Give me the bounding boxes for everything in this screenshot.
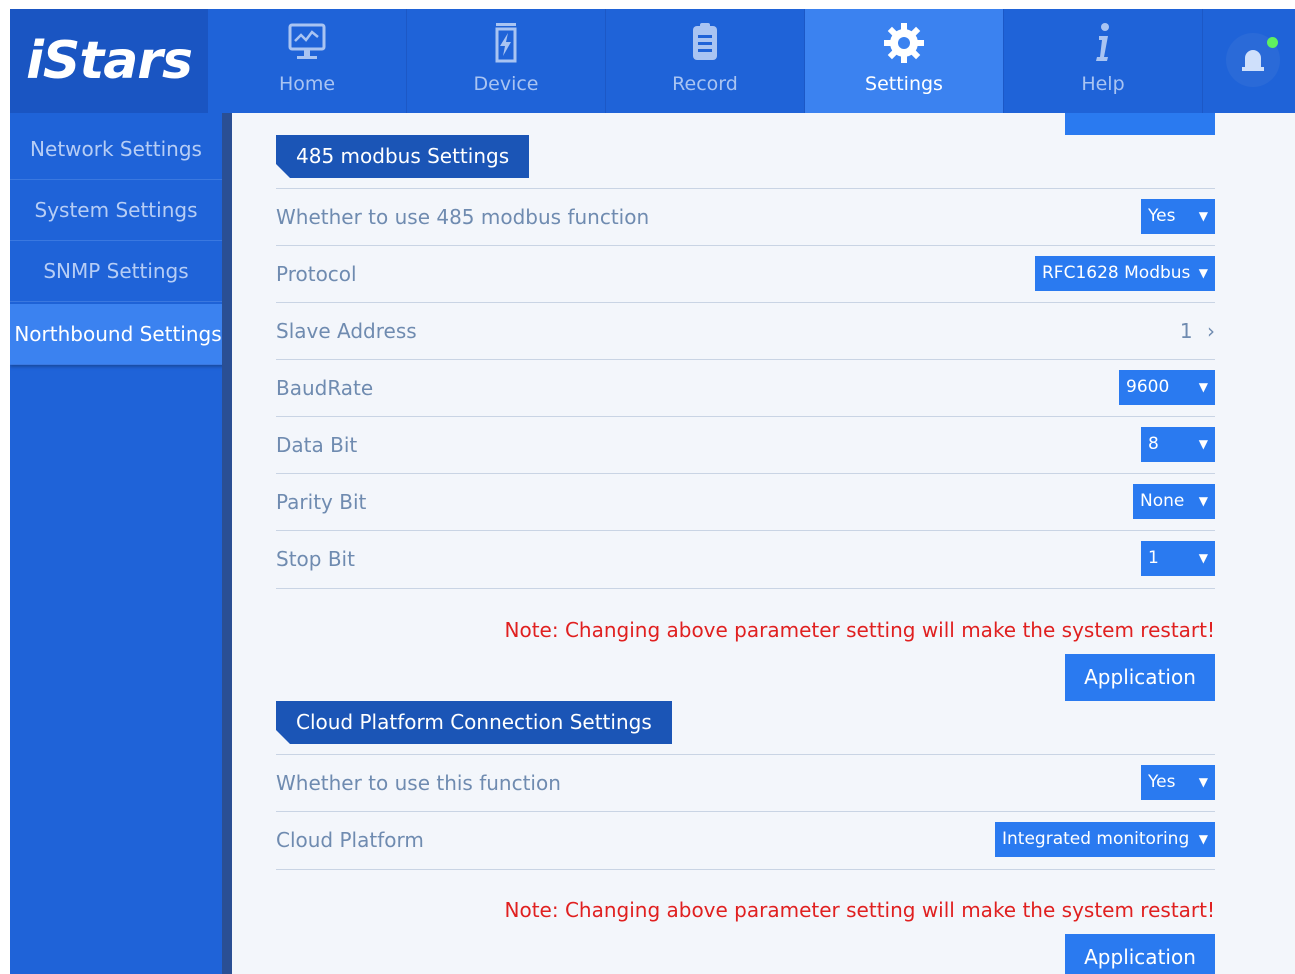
modbus-application-button[interactable]: Application — [1065, 654, 1215, 701]
slave-address-value: 1 — [1179, 319, 1193, 343]
nav-record-label: Record — [672, 73, 738, 95]
sidebar-item-network-settings[interactable]: Network Settings — [10, 119, 222, 180]
application-button-partial[interactable] — [1065, 113, 1215, 135]
setting-row-data-bit: Data Bit 8 ▼ — [276, 416, 1215, 474]
cloud-application-button[interactable]: Application — [1065, 934, 1215, 974]
chevron-down-icon: ▼ — [1198, 494, 1208, 508]
data-bit-value: 8 — [1148, 434, 1159, 454]
stop-bit-select[interactable]: 1 ▼ — [1141, 541, 1215, 576]
chevron-down-icon: ▼ — [1198, 775, 1208, 789]
modbus-use-value: Yes — [1148, 206, 1176, 226]
parity-bit-label: Parity Bit — [276, 490, 367, 514]
baudrate-select[interactable]: 9600 ▼ — [1119, 370, 1215, 405]
baudrate-label: BaudRate — [276, 376, 374, 400]
parity-bit-value: None — [1140, 491, 1185, 511]
nav-device[interactable]: Device — [407, 9, 606, 113]
protocol-value: RFC1628 Modbus — [1042, 263, 1191, 283]
chevron-right-icon: › — [1207, 319, 1215, 343]
northbound-settings-panel: 485 modbus Settings Whether to use 485 m… — [232, 113, 1295, 974]
setting-row-stop-bit: Stop Bit 1 ▼ — [276, 530, 1215, 589]
slave-address-value-button[interactable]: 1 › — [1180, 303, 1215, 360]
cloud-use-value: Yes — [1148, 772, 1176, 792]
nav-help[interactable]: Help — [1004, 9, 1203, 113]
nav-device-label: Device — [473, 73, 539, 95]
chevron-down-icon: ▼ — [1198, 380, 1208, 394]
nav-home[interactable]: Home — [208, 9, 407, 113]
slave-address-label: Slave Address — [276, 319, 417, 343]
sidebar-item-northbound-settings[interactable]: Northbound Settings — [10, 304, 226, 365]
istars-logo: iStars — [10, 9, 208, 113]
chevron-down-icon: ▼ — [1198, 437, 1208, 451]
nav-help-label: Help — [1081, 73, 1125, 95]
protocol-label: Protocol — [276, 262, 357, 286]
data-bit-select[interactable]: 8 ▼ — [1141, 427, 1215, 462]
cloud-platform-select[interactable]: Integrated monitoring ▼ — [995, 822, 1215, 857]
info-icon — [1096, 23, 1109, 61]
nav-home-label: Home — [278, 73, 336, 95]
chevron-down-icon: ▼ — [1198, 832, 1208, 846]
clipboard-list-icon — [693, 23, 717, 60]
setting-row-modbus-use: Whether to use 485 modbus function Yes ▼ — [276, 188, 1215, 246]
alarm-bell-icon — [1242, 50, 1264, 71]
baudrate-value: 9600 — [1126, 377, 1170, 397]
parity-bit-select[interactable]: None ▼ — [1133, 484, 1215, 519]
chevron-down-icon: ▼ — [1198, 209, 1208, 223]
modbus-use-select[interactable]: Yes ▼ — [1141, 199, 1215, 234]
protocol-select[interactable]: RFC1628 Modbus ▼ — [1035, 256, 1215, 291]
settings-sidebar: Network Settings System Settings SNMP Se… — [10, 113, 226, 974]
setting-row-baudrate: BaudRate 9600 ▼ — [276, 359, 1215, 417]
modbus-use-label: Whether to use 485 modbus function — [276, 205, 650, 229]
stop-bit-value: 1 — [1148, 548, 1159, 568]
gear-icon — [884, 23, 924, 63]
chevron-down-icon: ▼ — [1198, 266, 1208, 280]
battery-bolt-icon — [495, 23, 517, 63]
cloud-platform-value: Integrated monitoring — [1002, 829, 1190, 849]
top-navigation-bar: iStars Home Device Record Settings Help — [10, 9, 1295, 115]
setting-row-parity-bit: Parity Bit None ▼ — [276, 473, 1215, 531]
monitor-chart-icon — [288, 23, 326, 59]
sidebar-item-system-settings[interactable]: System Settings — [10, 180, 222, 241]
data-bit-label: Data Bit — [276, 433, 358, 457]
sidebar-divider — [222, 113, 232, 974]
app-window: iStars Home Device Record Settings Help … — [10, 9, 1295, 974]
setting-row-slave-address: Slave Address 1 › — [276, 302, 1215, 360]
nav-settings-label: Settings — [865, 73, 943, 95]
sidebar-item-snmp-settings[interactable]: SNMP Settings — [10, 241, 222, 302]
nav-settings[interactable]: Settings — [805, 9, 1004, 115]
setting-row-protocol: Protocol RFC1628 Modbus ▼ — [276, 245, 1215, 303]
cloud-use-label: Whether to use this function — [276, 771, 561, 795]
setting-row-cloud-platform: Cloud Platform Integrated monitoring ▼ — [276, 811, 1215, 870]
cloud-section-title: Cloud Platform Connection Settings — [276, 701, 672, 744]
alarm-button[interactable] — [1226, 33, 1280, 87]
cloud-use-select[interactable]: Yes ▼ — [1141, 765, 1215, 800]
alarm-status-indicator — [1267, 37, 1278, 48]
cloud-restart-note: Note: Changing above parameter setting w… — [504, 898, 1216, 922]
stop-bit-label: Stop Bit — [276, 547, 355, 571]
cloud-platform-label: Cloud Platform — [276, 828, 424, 852]
modbus-section-title: 485 modbus Settings — [276, 135, 530, 178]
setting-row-cloud-use: Whether to use this function Yes ▼ — [276, 754, 1215, 812]
nav-record[interactable]: Record — [606, 9, 805, 113]
modbus-restart-note: Note: Changing above parameter setting w… — [504, 618, 1216, 642]
chevron-down-icon: ▼ — [1198, 551, 1208, 565]
